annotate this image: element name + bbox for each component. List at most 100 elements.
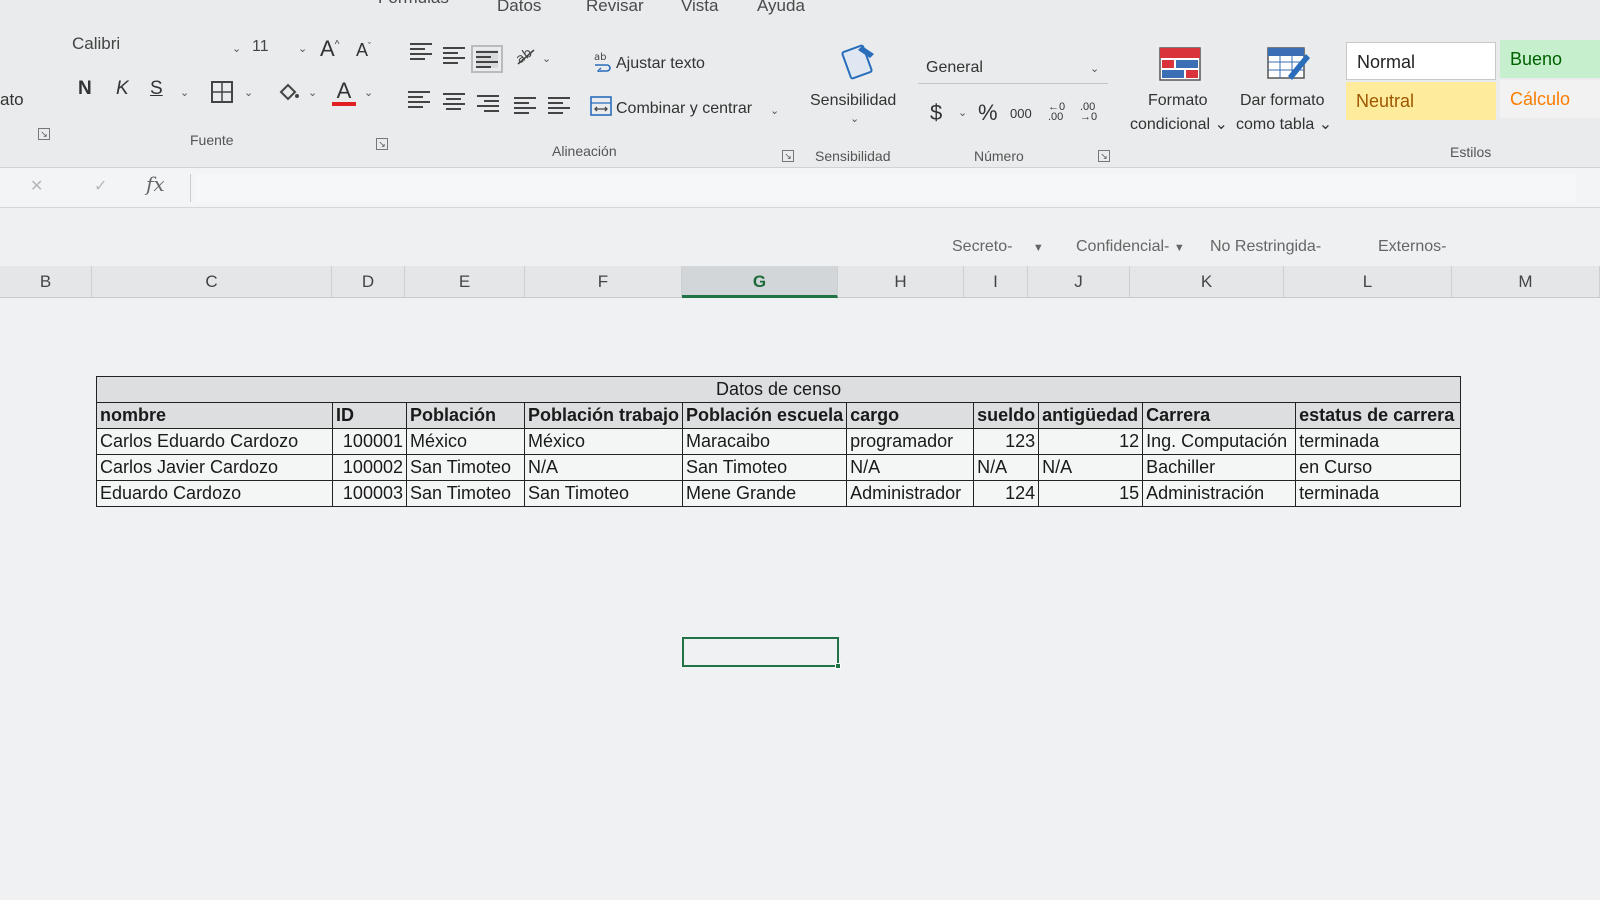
cell-style-neutral[interactable]: Neutral — [1346, 82, 1496, 120]
table-header-cell[interactable]: nombre — [96, 402, 333, 429]
table-header-cell[interactable]: antigüedad — [1038, 402, 1144, 429]
clipboard-launcher-icon[interactable]: ↘ — [38, 128, 50, 140]
number-format-select[interactable]: General ⌄ — [918, 54, 1108, 84]
fill-color-icon[interactable] — [276, 80, 300, 104]
table-cell[interactable]: 123 — [973, 428, 1040, 455]
column-header-i[interactable]: I — [964, 266, 1028, 298]
underline-button[interactable]: S — [150, 78, 163, 100]
font-size-chevron-icon[interactable]: ⌄ — [298, 42, 307, 55]
table-cell[interactable]: San Timoteo — [406, 480, 525, 507]
decrease-font-button[interactable]: Aˇ — [356, 40, 371, 61]
menu-tab[interactable]: Fórmulas — [378, 0, 449, 8]
sens-label-confidential[interactable]: Confidencial- ▼ — [1076, 238, 1185, 256]
menu-tab[interactable]: Datos — [497, 0, 541, 16]
increase-decimals-button[interactable]: ←0 .00 — [1048, 102, 1074, 123]
sens-label-secret[interactable]: Secreto- ▼ — [952, 238, 1044, 256]
fill-handle[interactable] — [835, 663, 841, 669]
format-as-table-label-1[interactable]: Dar formato — [1240, 92, 1324, 110]
sensitivity-icon[interactable] — [840, 40, 880, 80]
font-family-select[interactable]: Calibri — [72, 34, 120, 54]
table-header-cell[interactable]: Población escuela — [682, 402, 848, 429]
font-size-select[interactable]: 11 — [252, 38, 269, 56]
cell-style-normal[interactable]: Normal — [1346, 42, 1496, 80]
sens-label-external[interactable]: Externos- — [1378, 238, 1446, 256]
table-cell[interactable]: 100001 — [332, 428, 407, 455]
borders-chevron-icon[interactable]: ⌄ — [244, 86, 253, 99]
currency-button[interactable]: $ — [930, 100, 942, 126]
format-as-table-icon[interactable] — [1266, 44, 1312, 84]
conditional-format-label-2[interactable]: condicional ⌄ — [1130, 114, 1228, 134]
orientation-chevron-icon[interactable]: ⌄ — [542, 52, 551, 65]
table-cell[interactable]: terminada — [1295, 428, 1462, 455]
table-cell[interactable]: Carlos Javier Cardozo — [96, 454, 333, 481]
table-cell[interactable]: 100003 — [332, 480, 407, 507]
sens-label-unrestricted[interactable]: No Restringida- — [1210, 238, 1321, 256]
column-header-f[interactable]: F — [525, 266, 682, 298]
align-bottom-icon[interactable] — [471, 45, 503, 73]
table-cell[interactable]: terminada — [1295, 480, 1462, 507]
sensitivity-button[interactable]: Sensibilidad — [810, 92, 896, 110]
table-cell[interactable]: programador — [846, 428, 975, 455]
active-cell[interactable] — [682, 637, 839, 667]
italic-button[interactable]: K — [116, 78, 129, 100]
table-title[interactable]: Datos de censo — [95, 376, 1462, 403]
align-top-icon[interactable] — [410, 42, 432, 60]
wrap-text-button[interactable]: Ajustar texto — [616, 55, 705, 73]
borders-icon[interactable] — [210, 80, 234, 104]
menu-tab[interactable]: Ayuda — [757, 0, 805, 16]
bold-button[interactable]: N — [78, 78, 92, 100]
menu-tab[interactable]: Revisar — [586, 0, 644, 16]
table-cell[interactable]: N/A — [973, 454, 1040, 481]
table-cell[interactable]: Administración — [1142, 480, 1297, 507]
align-middle-icon[interactable] — [443, 46, 465, 64]
enter-icon[interactable]: ✓ — [94, 176, 107, 196]
column-header-c[interactable]: C — [92, 266, 332, 298]
font-color-chevron-icon[interactable]: ⌄ — [364, 86, 373, 99]
table-cell[interactable]: San Timoteo — [523, 480, 684, 507]
font-color-icon[interactable]: A — [332, 78, 356, 108]
conditional-format-icon[interactable] — [1158, 46, 1202, 82]
column-header-j[interactable]: J — [1028, 266, 1130, 298]
decrease-indent-icon[interactable] — [514, 96, 536, 114]
table-cell[interactable]: 100002 — [332, 454, 407, 481]
table-cell[interactable]: México — [523, 428, 684, 455]
align-right-icon[interactable] — [477, 94, 499, 112]
table-header-cell[interactable]: Población — [406, 402, 525, 429]
table-cell[interactable]: 124 — [973, 480, 1040, 507]
merge-center-chevron-icon[interactable]: ⌄ — [770, 104, 779, 117]
alignment-launcher-icon[interactable]: ↘ — [782, 150, 794, 162]
decrease-decimals-button[interactable]: .00 →0 — [1080, 102, 1106, 123]
column-header-g[interactable]: G — [682, 266, 838, 298]
menu-tab[interactable]: Vista — [681, 0, 719, 16]
table-header-cell[interactable]: sueldo — [973, 402, 1040, 429]
table-cell[interactable]: N/A — [1038, 454, 1144, 481]
increase-indent-icon[interactable] — [548, 96, 570, 114]
format-as-table-label-2[interactable]: como tabla ⌄ — [1236, 114, 1332, 134]
table-cell[interactable]: 15 — [1038, 480, 1144, 507]
percent-button[interactable]: % — [978, 100, 998, 126]
column-header-k[interactable]: K — [1130, 266, 1284, 298]
sensitivity-chevron-icon[interactable]: ⌄ — [850, 112, 859, 125]
merge-center-icon[interactable] — [590, 96, 612, 116]
insert-function-icon[interactable]: fx — [146, 172, 165, 196]
cell-style-bueno[interactable]: Bueno — [1500, 40, 1600, 78]
formula-input[interactable] — [196, 174, 1576, 202]
table-cell[interactable]: Bachiller — [1142, 454, 1297, 481]
column-header-m[interactable]: M — [1452, 266, 1600, 298]
table-cell[interactable]: Mene Grande — [682, 480, 848, 507]
table-cell[interactable]: Administrador — [846, 480, 975, 507]
currency-chevron-icon[interactable]: ⌄ — [958, 106, 967, 119]
table-header-cell[interactable]: cargo — [846, 402, 975, 429]
thousands-button[interactable]: 000 — [1010, 106, 1032, 121]
table-cell[interactable]: México — [406, 428, 525, 455]
conditional-format-label-1[interactable]: Formato — [1148, 92, 1208, 110]
column-header-h[interactable]: H — [838, 266, 964, 298]
column-header-e[interactable]: E — [405, 266, 525, 298]
orientation-icon[interactable]: ab — [513, 44, 540, 68]
table-cell[interactable]: Ing. Computación — [1142, 428, 1297, 455]
table-header-cell[interactable]: ID — [332, 402, 407, 429]
cell-style-cálculo[interactable]: Cálculo — [1500, 80, 1600, 118]
font-family-chevron-icon[interactable]: ⌄ — [232, 42, 241, 55]
column-header-b[interactable]: B — [0, 266, 92, 298]
table-cell[interactable]: N/A — [846, 454, 975, 481]
